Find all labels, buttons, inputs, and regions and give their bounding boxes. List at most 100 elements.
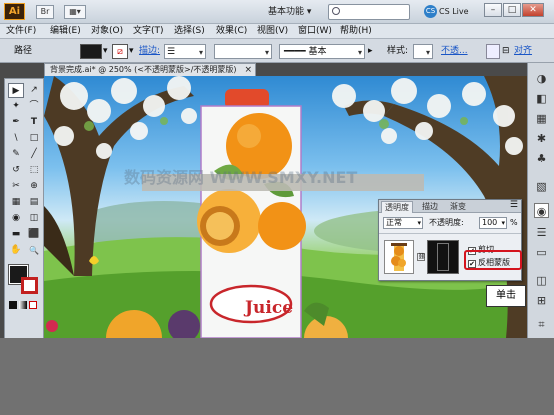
- rectangle-tool[interactable]: □: [26, 131, 42, 146]
- stroke-color-box[interactable]: [21, 277, 38, 294]
- opacity-mask-thumbnail[interactable]: [427, 240, 459, 274]
- menu-bar: 文件(F) 编辑(E) 对象(O) 文字(T) 选择(S) 效果(C) 视图(V…: [0, 24, 554, 39]
- gradient-tool[interactable]: ◫: [26, 211, 42, 226]
- scale-tool[interactable]: ⬚: [26, 163, 42, 178]
- brushes-panel-icon[interactable]: ✱: [534, 131, 549, 146]
- menu-type[interactable]: 文字(T): [133, 25, 164, 38]
- cs-live-menu[interactable]: CS CS Live: [424, 5, 469, 19]
- menu-effect[interactable]: 效果(C): [216, 25, 247, 38]
- opacity-input[interactable]: 100: [479, 217, 507, 229]
- variable-width-dropdown[interactable]: [214, 44, 272, 60]
- empty-bottom-area: [0, 338, 554, 415]
- layers-panel-icon[interactable]: ◫: [534, 273, 549, 288]
- tab-gradient[interactable]: 渐变: [447, 201, 469, 213]
- pencil-tool[interactable]: ╱: [26, 147, 42, 162]
- right-panel-dock: ◑ ◧ ▦ ✱ ♣ ▧ ◉ ☰ ▭ ◫ ⊞ ⌗: [527, 63, 554, 338]
- lasso-tool[interactable]: ⌒: [26, 99, 42, 114]
- juice-brand-text: Juice: [245, 298, 294, 318]
- artwork-thumbnail[interactable]: [384, 240, 414, 274]
- panel-menu-icon[interactable]: ☰: [510, 200, 518, 210]
- tab-stroke[interactable]: 描边: [419, 201, 441, 213]
- appearance-panel-icon[interactable]: ◉: [534, 203, 549, 218]
- none-mode-icon[interactable]: [29, 301, 37, 309]
- close-button[interactable]: ✕: [522, 3, 544, 17]
- slice-tool[interactable]: ▬: [8, 227, 24, 242]
- menu-object[interactable]: 对象(O): [91, 25, 123, 38]
- magic-wand-tool[interactable]: ✦: [8, 99, 24, 114]
- stroke-weight-dropdown[interactable]: ☰: [164, 44, 206, 60]
- hand-tool[interactable]: ✋: [8, 243, 24, 258]
- workspace-switcher[interactable]: 基本功能 ▾: [268, 4, 326, 20]
- brush-definition-dropdown[interactable]: ━━━━ 基本: [279, 44, 365, 60]
- stroke-link[interactable]: 描边:: [139, 44, 160, 59]
- symbols-panel-icon[interactable]: ♣: [534, 151, 549, 166]
- transform-panel-icon[interactable]: ⌗: [534, 317, 549, 332]
- thumbnail-image: [391, 243, 407, 271]
- pen-tool[interactable]: ✒: [8, 115, 24, 130]
- click-callout: 单击: [486, 285, 526, 307]
- link-mask-icon[interactable]: ⛓: [417, 253, 426, 261]
- rotate-tool[interactable]: ↺: [8, 163, 24, 178]
- symbol-sprayer-tool[interactable]: ▦: [8, 195, 24, 210]
- artboard-tool[interactable]: ⬛: [26, 227, 42, 242]
- color-mode-icon[interactable]: [9, 301, 17, 309]
- free-transform-tool[interactable]: ⊕: [26, 179, 42, 194]
- mesh-tool[interactable]: ◉: [8, 211, 24, 226]
- menu-help[interactable]: 帮助(H): [340, 25, 372, 38]
- invert-mask-highlight: [464, 250, 522, 270]
- document-tab[interactable]: 背景完成.ai* @ 250% (<不透明蒙版>/不透明蒙版) ×: [44, 63, 256, 76]
- panel-controls: 正常 不透明度: 100 %: [379, 215, 521, 231]
- artboards-panel-icon[interactable]: ⊞: [534, 293, 549, 308]
- illustrator-window: Ai Br ▦▾ 基本功能 ▾ CS CS Live – □ ✕ 文件(F) 编辑…: [0, 0, 554, 338]
- scissors-tool[interactable]: ✂: [8, 179, 24, 194]
- line-tool[interactable]: \: [8, 131, 24, 146]
- color-panel-icon[interactable]: ◑: [534, 71, 549, 86]
- opacity-label: 不透明度:: [429, 218, 464, 227]
- swatches-panel-icon[interactable]: ▦: [534, 111, 549, 126]
- stroke-dropdown-arrow[interactable]: ▾: [129, 44, 137, 59]
- cs-live-icon: CS: [424, 5, 437, 18]
- recolor-artwork-icon[interactable]: [486, 44, 500, 59]
- graphic-styles-icon[interactable]: ▧: [534, 179, 549, 194]
- opacity-dropdown-arrow[interactable]: ▸: [368, 44, 373, 59]
- menu-window[interactable]: 窗口(W): [298, 25, 332, 38]
- type-tool[interactable]: T: [26, 115, 42, 130]
- stroke-panel-icon[interactable]: ☰: [534, 225, 549, 240]
- menu-view[interactable]: 视图(V): [257, 25, 288, 38]
- align-icon[interactable]: ⊟: [502, 44, 512, 59]
- bridge-button[interactable]: Br: [36, 5, 54, 19]
- paintbrush-tool[interactable]: ✎: [8, 147, 24, 162]
- zoom-tool[interactable]: 🔍: [26, 243, 42, 258]
- direct-selection-tool[interactable]: ↗: [26, 83, 42, 98]
- tab-transparency[interactable]: 透明度: [381, 201, 413, 213]
- style-dropdown[interactable]: [413, 44, 433, 60]
- fill-dropdown-arrow[interactable]: ▾: [103, 44, 111, 59]
- menu-edit[interactable]: 编辑(E): [50, 25, 81, 38]
- style-label: 样式:: [387, 46, 409, 56]
- search-icon: [332, 7, 340, 15]
- blend-mode-dropdown[interactable]: 正常: [383, 217, 423, 229]
- watermark-text: 数码资源网 WWW.SMXY.NET: [124, 168, 358, 187]
- maximize-button[interactable]: □: [503, 3, 521, 17]
- tools-panel: ▶ ↗ ✦ ⌒ ✒ T \ □ ✎ ╱ ↺ ⬚ ✂ ⊕ ▦ ▤ ◉ ◫ ▬ ⬛ …: [4, 78, 44, 338]
- divider: [379, 233, 521, 234]
- mask-shape: [437, 243, 449, 271]
- fill-swatch[interactable]: [80, 44, 102, 59]
- illustrator-logo: Ai: [4, 3, 25, 20]
- selection-type-label: 路径: [14, 46, 33, 56]
- opacity-link[interactable]: 不透...: [441, 44, 468, 59]
- color-guide-icon[interactable]: ◧: [534, 91, 549, 106]
- column-graph-tool[interactable]: ▤: [26, 195, 42, 210]
- panel-header: 透明度 描边 渐变 ☰: [379, 200, 521, 213]
- arrange-documents-button[interactable]: ▦▾: [64, 5, 86, 19]
- gradient-mode-icon[interactable]: [19, 301, 27, 309]
- selection-tool[interactable]: ▶: [8, 83, 24, 98]
- gradient-panel-icon[interactable]: ▭: [534, 245, 549, 260]
- stroke-swatch[interactable]: ⧄: [112, 44, 128, 59]
- menu-file[interactable]: 文件(F): [6, 25, 36, 38]
- search-input[interactable]: [328, 4, 410, 20]
- align-link[interactable]: 对齐: [514, 44, 532, 59]
- close-tab-icon[interactable]: ×: [244, 64, 252, 76]
- minimize-button[interactable]: –: [484, 3, 502, 17]
- menu-select[interactable]: 选择(S): [174, 25, 205, 38]
